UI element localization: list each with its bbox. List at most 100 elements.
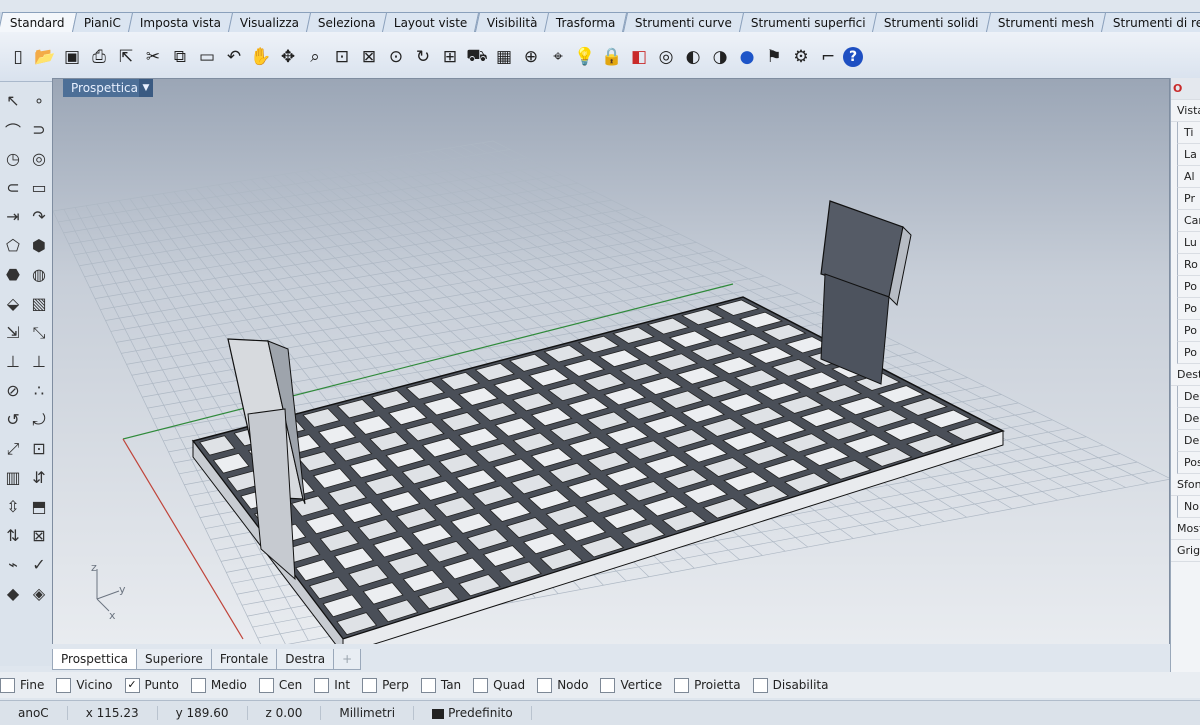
left-tool-29-icon[interactable]: ⇳: [0, 492, 26, 521]
left-tool-22-icon[interactable]: ∴: [26, 376, 52, 405]
left-tool-25-icon[interactable]: ⤢: [0, 434, 26, 463]
frame-model[interactable]: [191, 200, 1005, 648]
ribbon-tab-pianic[interactable]: PianiC: [71, 12, 133, 33]
panel-color-icon[interactable]: O: [1171, 78, 1200, 100]
left-tool-30-icon[interactable]: ⬒: [26, 492, 52, 521]
ribbon-tab-seleziona[interactable]: Seleziona: [305, 12, 388, 33]
osnap-disabilita[interactable]: Disabilita: [752, 677, 828, 693]
car-icon[interactable]: ⛟: [465, 44, 489, 70]
left-tool-26-icon[interactable]: ⊡: [26, 434, 52, 463]
viewport-tab-superiore[interactable]: Superiore: [135, 649, 212, 670]
osnap-medio[interactable]: Medio: [190, 677, 247, 693]
panel-row-de[interactable]: De: [1177, 430, 1200, 452]
status-layer[interactable]: Predefinito: [414, 706, 532, 720]
print-icon[interactable]: ⎙: [87, 44, 111, 70]
left-tool-2-icon[interactable]: ∘: [26, 86, 52, 115]
zoom-extents-icon[interactable]: ⊠: [357, 44, 381, 70]
osnap-checkbox[interactable]: [752, 677, 768, 693]
osnap-fine[interactable]: Fine: [0, 677, 44, 693]
viewport-title[interactable]: Prospettica: [63, 79, 146, 97]
sphere-render-icon[interactable]: ◑: [708, 44, 732, 70]
panel-row-la[interactable]: La: [1177, 144, 1200, 166]
ribbon-tab-strumenti-curve[interactable]: Strumenti curve: [622, 12, 745, 33]
undo-icon[interactable]: ↶: [222, 44, 246, 70]
left-tool-17-icon[interactable]: ⇲: [0, 318, 26, 347]
osnap-vicino[interactable]: Vicino: [56, 677, 113, 693]
left-tool-4-icon[interactable]: ⊃: [26, 115, 52, 144]
ribbon-tab-trasforma[interactable]: Trasforma: [544, 12, 629, 33]
panel-row-al[interactable]: Al: [1177, 166, 1200, 188]
left-tool-11-icon[interactable]: ⬠: [0, 231, 26, 260]
gear-icon[interactable]: ⚙: [789, 44, 813, 70]
osnap-quad[interactable]: Quad: [473, 677, 525, 693]
flag-icon[interactable]: ⚑: [762, 44, 786, 70]
color-wheel-icon[interactable]: ◎: [654, 44, 678, 70]
open-folder-icon[interactable]: 📂: [33, 44, 57, 70]
ribbon-tab-strumenti-superfici[interactable]: Strumenti superfici: [738, 12, 878, 33]
left-tool-13-icon[interactable]: ⬣: [0, 260, 26, 289]
ribbon-tab-strumenti-solidi[interactable]: Strumenti solidi: [872, 12, 992, 33]
ribbon-tab-strumenti-mesh[interactable]: Strumenti mesh: [985, 12, 1107, 33]
left-tool-31-icon[interactable]: ⇅: [0, 521, 26, 550]
panel-row-lu[interactable]: Lu: [1177, 232, 1200, 254]
import-icon[interactable]: ⇱: [114, 44, 138, 70]
save-icon[interactable]: ▣: [60, 44, 84, 70]
panel-row-po[interactable]: Po: [1177, 276, 1200, 298]
osnap-cen[interactable]: Cen: [258, 677, 302, 693]
left-tool-10-icon[interactable]: ↷: [26, 202, 52, 231]
sphere-blue-icon[interactable]: ●: [735, 44, 759, 70]
snap-icon[interactable]: ⊕: [519, 44, 543, 70]
left-tool-20-icon[interactable]: ⊥: [26, 347, 52, 376]
ribbon-tab-imposta-vista[interactable]: Imposta vista: [127, 12, 233, 33]
paste-icon[interactable]: ▭: [195, 44, 219, 70]
left-tool-27-icon[interactable]: ▥: [0, 463, 26, 492]
panel-row-de[interactable]: De: [1177, 386, 1200, 408]
osnap-checkbox[interactable]: [258, 677, 274, 693]
ribbon-tab-visibilita[interactable]: Visibilità: [474, 12, 550, 33]
new-file-icon[interactable]: ▯: [6, 44, 30, 70]
panel-row-cam[interactable]: Cam: [1177, 210, 1200, 232]
left-tool-8-icon[interactable]: ▭: [26, 173, 52, 202]
osnap-checkbox[interactable]: [190, 677, 206, 693]
panel-row-po[interactable]: Po: [1177, 298, 1200, 320]
panel-row-ti[interactable]: Ti: [1177, 122, 1200, 144]
osnap-checkbox[interactable]: [362, 677, 378, 693]
viewport-menu-dropdown[interactable]: ▼: [139, 79, 153, 97]
left-tool-21-icon[interactable]: ⊘: [0, 376, 26, 405]
left-tool-9-icon[interactable]: ⇥: [0, 202, 26, 231]
left-tool-14-icon[interactable]: ◍: [26, 260, 52, 289]
left-tool-16-icon[interactable]: ▧: [26, 289, 52, 318]
ribbon-tab-standard[interactable]: Standard: [0, 12, 77, 33]
four-viewports-icon[interactable]: ⊞: [438, 44, 462, 70]
ribbon-tab-visualizza[interactable]: Visualizza: [227, 12, 311, 33]
pan-hand-icon[interactable]: ✋: [249, 44, 273, 70]
panel-row-po[interactable]: Po: [1177, 320, 1200, 342]
help-icon[interactable]: ?: [843, 46, 863, 67]
lock-icon[interactable]: 🔒: [600, 44, 624, 70]
dimension-icon[interactable]: ⌐: [816, 44, 840, 70]
mesh-icon[interactable]: ▦: [492, 44, 516, 70]
left-tool-24-icon[interactable]: ⤾: [26, 405, 52, 434]
cut-icon[interactable]: ✂: [141, 44, 165, 70]
left-tool-7-icon[interactable]: ⊂: [0, 173, 26, 202]
left-tool-32-icon[interactable]: ⊠: [26, 521, 52, 550]
left-tool-35-icon[interactable]: ◆: [0, 579, 26, 608]
panel-row-de[interactable]: De: [1177, 408, 1200, 430]
zoom-window-icon[interactable]: ⊡: [330, 44, 354, 70]
osnap-checkbox[interactable]: [420, 677, 436, 693]
viewport-tab-destra[interactable]: Destra: [276, 649, 335, 670]
rotate-view-icon[interactable]: ✥: [276, 44, 300, 70]
layer-icon[interactable]: ◧: [627, 44, 651, 70]
osnap-checkbox[interactable]: [314, 677, 330, 693]
zoom-selected-icon[interactable]: ⊙: [384, 44, 408, 70]
add-viewport-tab-button[interactable]: +: [333, 649, 362, 670]
copy-icon[interactable]: ⧉: [168, 44, 192, 70]
osnap-proietta[interactable]: Proietta: [674, 677, 741, 693]
osnap-tan[interactable]: Tan: [420, 677, 461, 693]
osnap-int[interactable]: Int: [314, 677, 350, 693]
osnap-perp[interactable]: Perp: [362, 677, 409, 693]
osnap-punto[interactable]: ✓ Punto: [124, 677, 179, 693]
panel-row-ro[interactable]: Ro: [1177, 254, 1200, 276]
left-tool-36-icon[interactable]: ◈: [26, 579, 52, 608]
viewport-tab-prospettica[interactable]: Prospettica: [52, 649, 137, 670]
